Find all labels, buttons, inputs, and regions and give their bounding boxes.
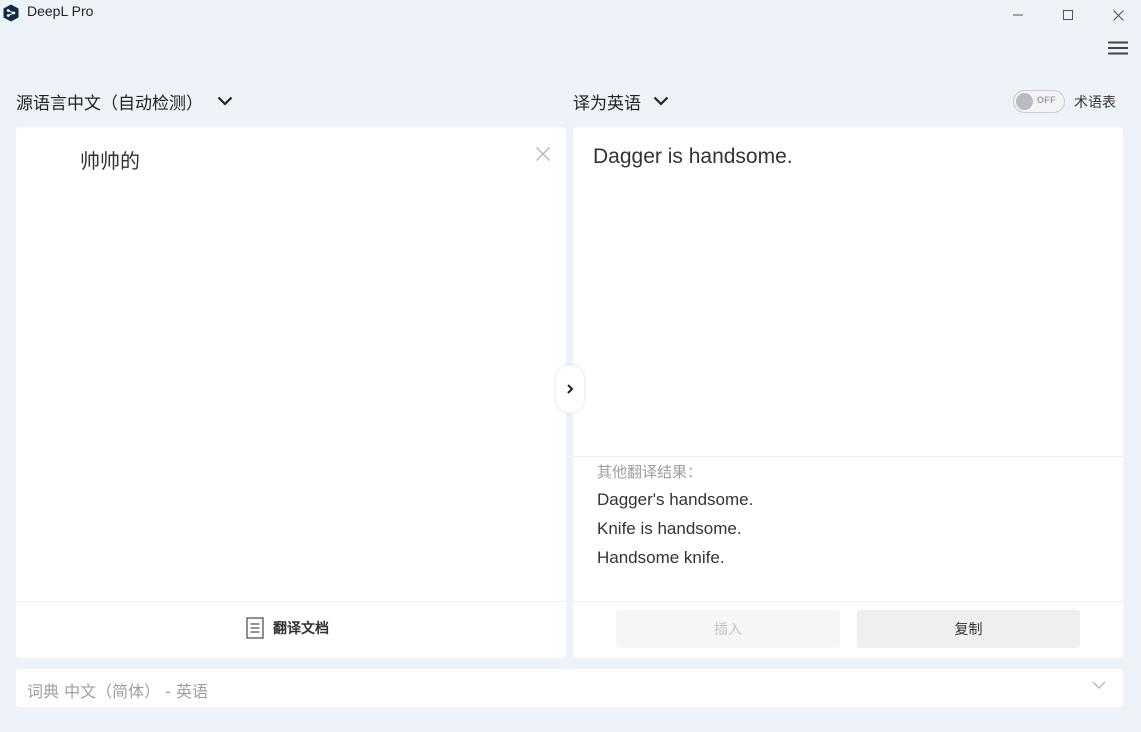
- translation-text[interactable]: Dagger is handsome.: [593, 145, 793, 169]
- chevron-down-icon: [1092, 681, 1106, 689]
- divider: [573, 456, 1123, 457]
- source-language-label: 源语言中文（自动检测）: [16, 93, 203, 114]
- source-language-selector[interactable]: 源语言中文（自动检测）: [16, 88, 233, 114]
- clear-text-button[interactable]: [534, 145, 552, 163]
- minimize-icon: [1013, 14, 1023, 16]
- maximize-button[interactable]: [1045, 0, 1091, 30]
- hamburger-icon: [1108, 41, 1128, 55]
- deepl-logo-icon: [3, 4, 19, 22]
- divider: [16, 601, 566, 602]
- glossary-control: OFF 术语表: [1013, 90, 1116, 113]
- glossary-toggle[interactable]: OFF: [1013, 90, 1065, 113]
- close-window-button[interactable]: [1095, 0, 1141, 30]
- title-bar: DeepL Pro: [0, 0, 1141, 30]
- app-title: DeepL Pro: [27, 3, 94, 19]
- insert-button[interactable]: 插入: [616, 610, 840, 648]
- chevron-down-icon: [217, 96, 233, 106]
- dictionary-bar[interactable]: 词典 中文（简体） - 英语: [16, 669, 1123, 707]
- source-text-input[interactable]: 帅帅的: [80, 145, 140, 174]
- chevron-right-icon: [567, 384, 574, 394]
- alternatives-list: Dagger's handsome. Knife is handsome. Ha…: [597, 486, 753, 573]
- hamburger-menu-button[interactable]: [1104, 38, 1132, 58]
- alternative-item[interactable]: Knife is handsome.: [597, 515, 753, 544]
- close-icon: [535, 146, 551, 162]
- maximize-icon: [1063, 10, 1073, 20]
- toggle-state-label: OFF: [1037, 95, 1056, 105]
- alternative-item[interactable]: Dagger's handsome.: [597, 486, 753, 515]
- target-language-selector[interactable]: 译为英语: [573, 88, 669, 114]
- chevron-down-icon: [653, 96, 669, 106]
- glossary-label: 术语表: [1074, 94, 1116, 111]
- alternatives-title: 其他翻译结果：: [597, 463, 703, 481]
- dictionary-label: 词典 中文（简体） - 英语: [27, 682, 209, 701]
- document-icon: [246, 617, 264, 639]
- alternative-item[interactable]: Handsome knife.: [597, 544, 753, 573]
- expand-arrow-button[interactable]: [556, 365, 584, 413]
- target-language-label: 译为英语: [573, 93, 641, 114]
- translate-document-button[interactable]: 翻译文档: [246, 617, 329, 639]
- copy-button[interactable]: 复制: [857, 610, 1080, 648]
- divider: [573, 601, 1123, 602]
- target-panel: Dagger is handsome. 其他翻译结果： Dagger's han…: [573, 127, 1123, 658]
- close-icon: [1112, 9, 1124, 21]
- minimize-button[interactable]: [995, 0, 1041, 30]
- toggle-knob: [1016, 93, 1033, 110]
- source-panel: 帅帅的 翻译文档: [16, 127, 566, 658]
- translate-document-label: 翻译文档: [273, 621, 329, 637]
